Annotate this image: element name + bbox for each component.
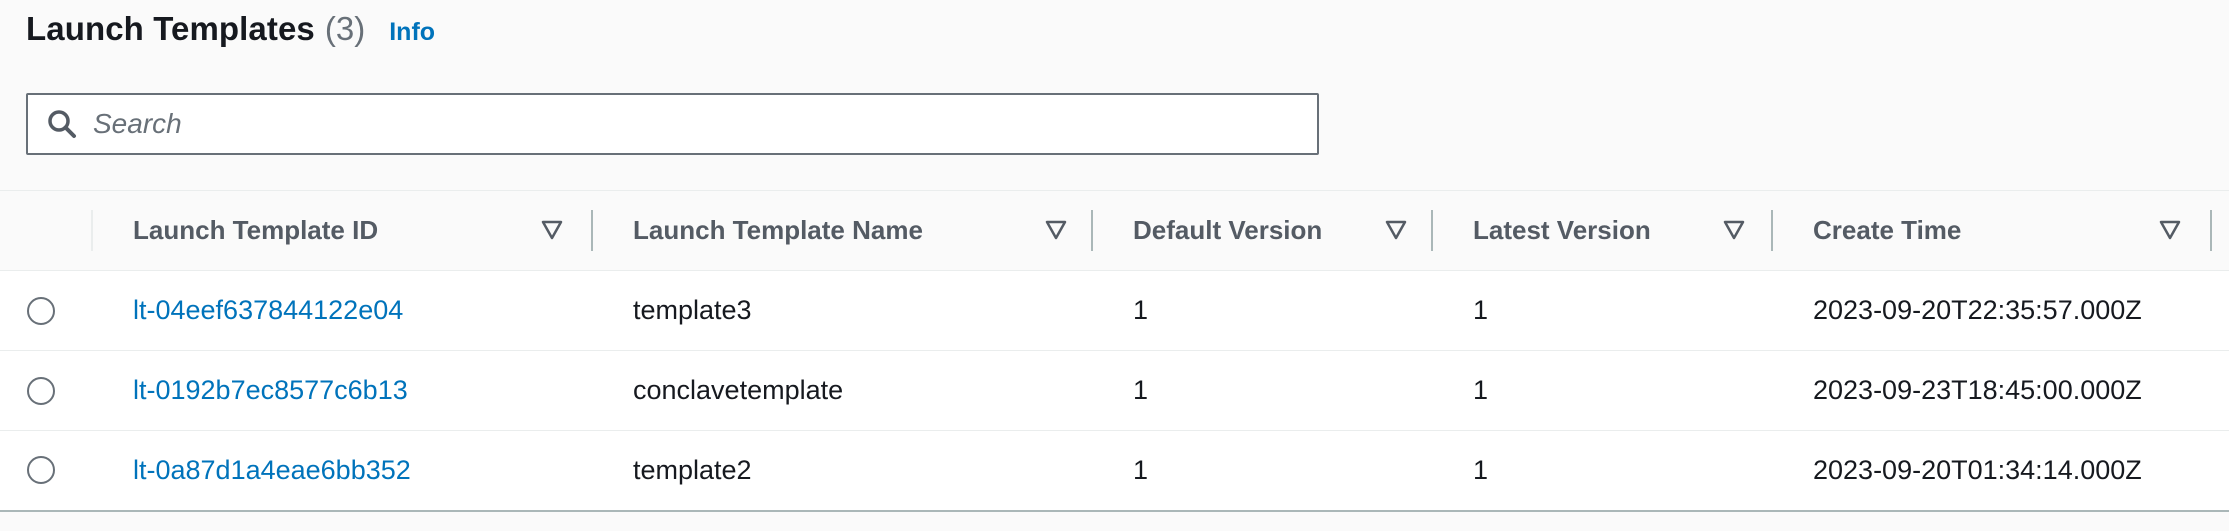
create-time-cell: 2023-09-23T18:45:00.000Z — [1813, 375, 2142, 405]
table-row[interactable]: lt-0a87d1a4eae6bb352 template2 1 1 2023-… — [0, 430, 2229, 511]
column-header-default-version[interactable]: Default Version — [1093, 190, 1433, 271]
sort-caret-down-icon[interactable] — [1044, 218, 1068, 242]
sort-caret-down-icon[interactable] — [1384, 218, 1408, 242]
radio-button-icon[interactable] — [27, 456, 55, 485]
info-link[interactable]: Info — [389, 18, 435, 47]
column-header-create-time[interactable]: Create Time — [1773, 190, 2229, 271]
column-header-label: Create Time — [1813, 215, 1962, 245]
sort-caret-down-icon[interactable] — [2158, 218, 2182, 242]
title-row: Launch Templates (3) Info — [26, 10, 435, 60]
column-header-latest-version[interactable]: Latest Version — [1433, 190, 1773, 271]
search-box[interactable] — [26, 93, 1319, 155]
launch-template-id-link[interactable]: lt-0192b7ec8577c6b13 — [133, 375, 408, 405]
launch-template-id-cell: lt-04eef637844122e04 — [93, 271, 593, 351]
column-header-label: Default Version — [1133, 215, 1323, 245]
launch-template-id-cell: lt-0a87d1a4eae6bb352 — [93, 431, 593, 511]
radio-button-icon[interactable] — [27, 296, 55, 325]
launch-templates-table: Launch Template ID Launch Template Name … — [0, 190, 2229, 512]
launch-template-name-cell: template2 — [633, 454, 752, 485]
row-select-cell[interactable] — [0, 271, 93, 351]
launch-templates-header: Launch Templates (3) Info — [0, 0, 2229, 190]
default-version-cell: 1 — [1133, 295, 1149, 325]
sort-caret-down-icon[interactable] — [1722, 218, 1746, 242]
row-select-cell[interactable] — [0, 431, 93, 511]
launch-template-id-link[interactable]: lt-04eef637844122e04 — [133, 295, 403, 325]
column-divider[interactable] — [2210, 210, 2212, 251]
launch-template-id-link[interactable]: lt-0a87d1a4eae6bb352 — [133, 455, 411, 485]
column-header-label: Latest Version — [1473, 215, 1651, 245]
table-header-row: Launch Template ID Launch Template Name … — [0, 190, 2229, 271]
table-row[interactable]: lt-04eef637844122e04 template3 1 1 2023-… — [0, 270, 2229, 351]
table-row[interactable]: lt-0192b7ec8577c6b13 conclavetemplate 1 … — [0, 350, 2229, 431]
sort-caret-down-icon[interactable] — [540, 218, 564, 242]
latest-version-cell: 1 — [1473, 454, 1489, 485]
radio-button-icon[interactable] — [27, 376, 55, 405]
row-select-cell[interactable] — [0, 351, 93, 431]
column-header-launch-template-name[interactable]: Launch Template Name — [593, 190, 1093, 271]
column-header-label: Launch Template ID — [133, 215, 379, 245]
search-icon — [45, 107, 79, 141]
latest-version-cell: 1 — [1473, 295, 1489, 325]
select-column-header — [0, 190, 93, 271]
search-input[interactable] — [93, 99, 1273, 149]
template-count: (3) — [324, 10, 366, 47]
latest-version-cell: 1 — [1473, 375, 1489, 405]
launch-template-name-cell: template3 — [633, 295, 752, 325]
launch-template-name-cell: conclavetemplate — [633, 375, 844, 405]
create-time-cell: 2023-09-20T22:35:57.000Z — [1813, 295, 2142, 325]
page-title: Launch Templates — [26, 10, 315, 47]
default-version-cell: 1 — [1133, 454, 1149, 485]
column-header-launch-template-id[interactable]: Launch Template ID — [93, 190, 593, 271]
column-header-label: Launch Template Name — [633, 215, 923, 245]
default-version-cell: 1 — [1133, 375, 1149, 405]
launch-template-id-cell: lt-0192b7ec8577c6b13 — [93, 351, 593, 431]
create-time-cell: 2023-09-20T01:34:14.000Z — [1813, 454, 2142, 485]
